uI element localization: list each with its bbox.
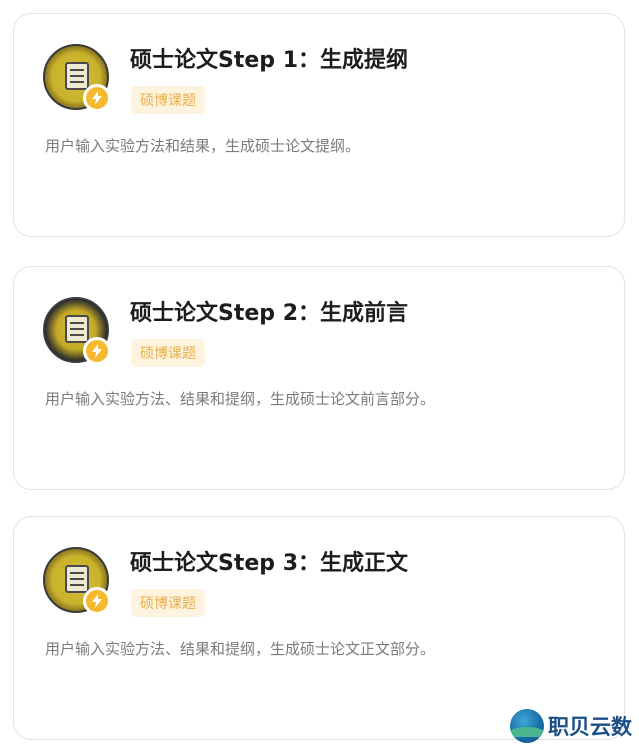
card-title: 硕士论文Step 1：生成提纲 xyxy=(130,48,408,73)
card-title: 硕士论文Step 3：生成正文 xyxy=(130,551,408,576)
agent-avatar xyxy=(43,44,113,114)
lightning-badge-icon xyxy=(83,587,111,615)
brand-logo-icon xyxy=(510,709,544,743)
category-tag: 硕博课题 xyxy=(131,339,205,367)
agent-card[interactable]: 硕士论文Step 2：生成前言 硕博课题 用户输入实验方法、结果和提纲，生成硕士… xyxy=(13,266,625,490)
lightning-badge-icon xyxy=(83,337,111,365)
card-description: 用户输入实验方法和结果，生成硕士论文提纲。 xyxy=(45,137,361,155)
card-description: 用户输入实验方法、结果和提纲，生成硕士论文正文部分。 xyxy=(45,640,436,658)
watermark: 职贝云数 xyxy=(510,706,635,746)
category-tag: 硕博课题 xyxy=(131,589,205,617)
lightning-badge-icon xyxy=(83,84,111,112)
agent-avatar xyxy=(43,547,113,617)
card-description: 用户输入实验方法、结果和提纲，生成硕士论文前言部分。 xyxy=(45,390,436,408)
category-tag: 硕博课题 xyxy=(131,86,205,114)
card-title: 硕士论文Step 2：生成前言 xyxy=(130,301,408,326)
agent-avatar xyxy=(43,297,113,367)
watermark-text: 职贝云数 xyxy=(548,715,632,739)
agent-card[interactable]: 硕士论文Step 1：生成提纲 硕博课题 用户输入实验方法和结果，生成硕士论文提… xyxy=(13,13,625,237)
